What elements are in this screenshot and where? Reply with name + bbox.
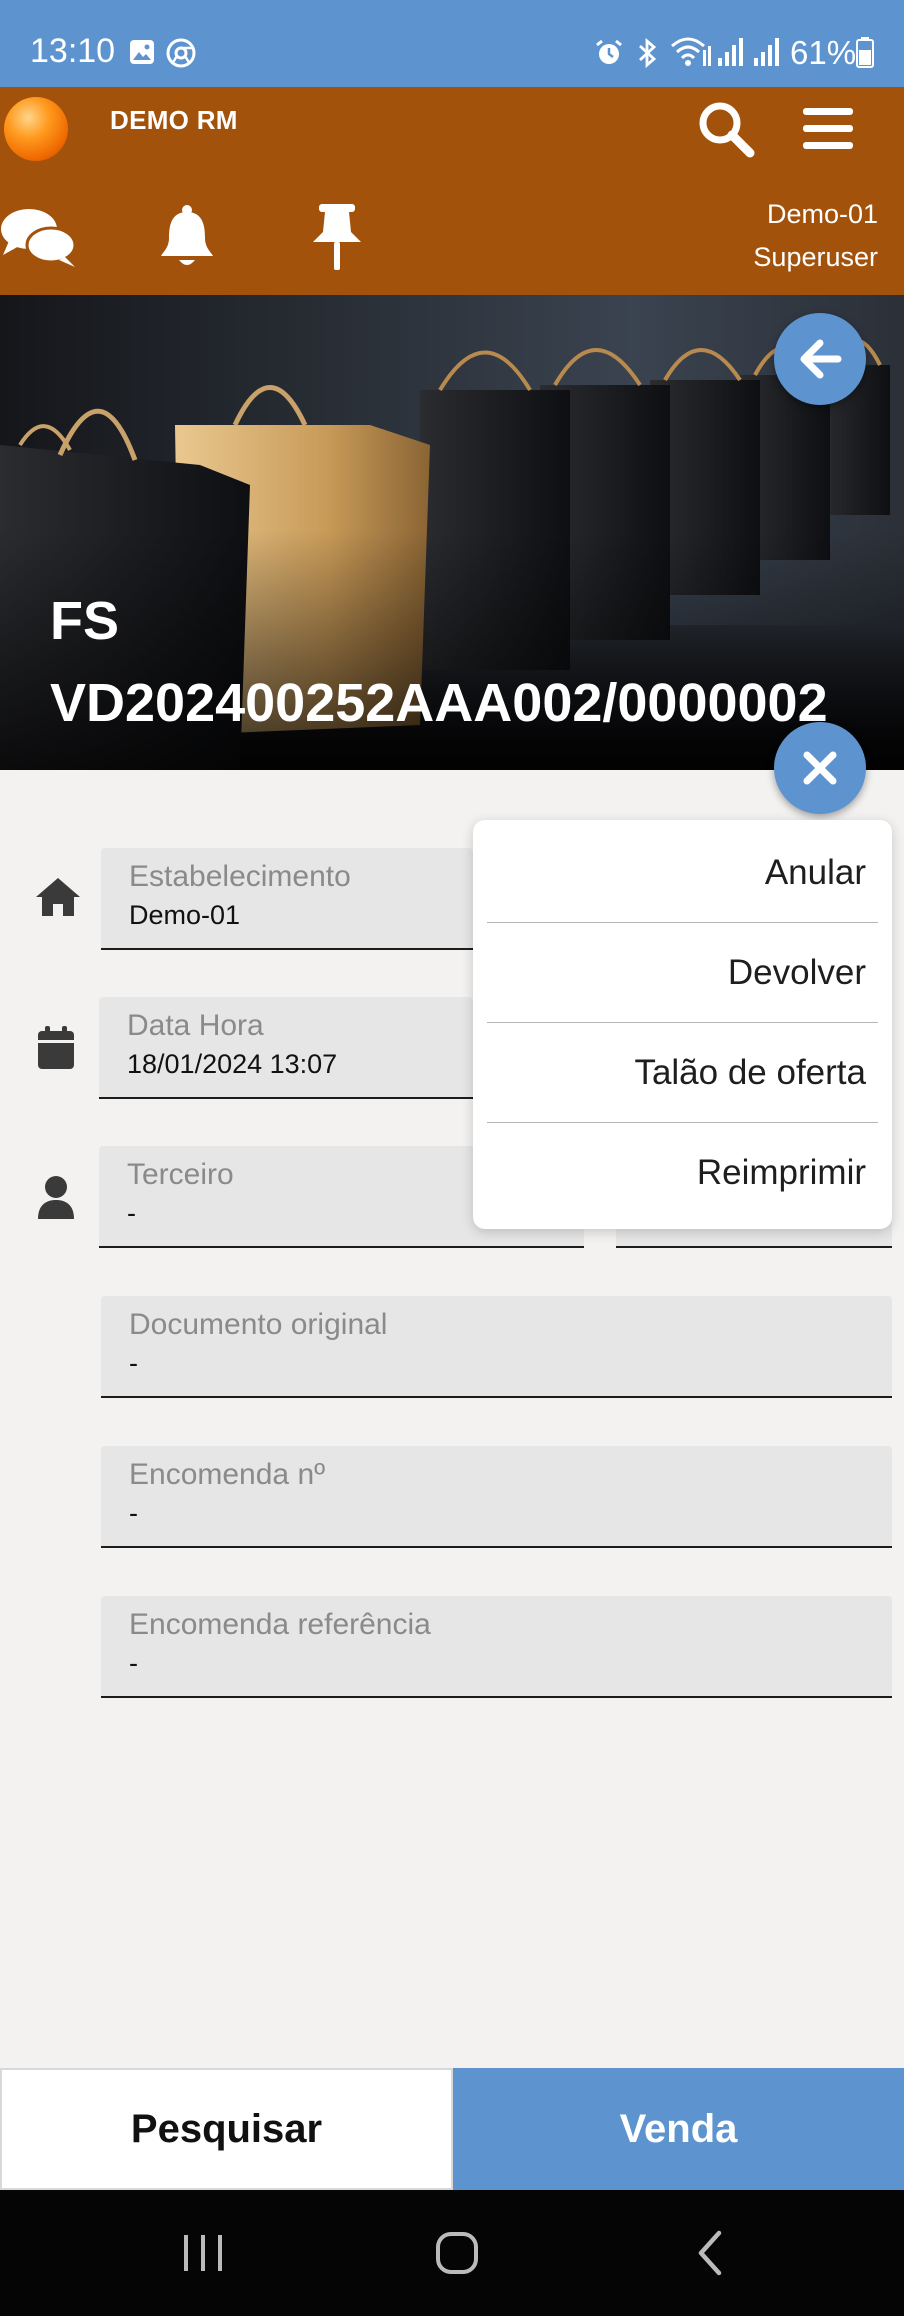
document-number: VD202400252AAA002/0000002 xyxy=(50,673,828,733)
estabelecimento-label: Estabelecimento xyxy=(129,860,351,893)
documento-original-field[interactable]: Documento original - xyxy=(101,1296,892,1398)
hero-banner: FS VD202400252AAA002/0000002 xyxy=(0,295,904,770)
terceiro-label: Terceiro xyxy=(127,1158,234,1191)
calendar-icon xyxy=(26,1018,86,1078)
encomenda-n-value: - xyxy=(129,1498,138,1528)
encomenda-referencia-label: Encomenda referência xyxy=(129,1608,431,1641)
menu-button[interactable] xyxy=(792,93,864,165)
battery-level: 61% xyxy=(790,34,857,71)
wifi-icon xyxy=(671,37,711,66)
documento-original-label: Documento original xyxy=(129,1308,388,1341)
app-logo[interactable] xyxy=(4,97,68,161)
encomenda-n-label: Encomenda nº xyxy=(129,1458,326,1491)
chrome-icon xyxy=(166,38,196,68)
battery-icon xyxy=(856,37,874,68)
home-nav-icon xyxy=(436,2232,478,2274)
encomenda-referencia-value: - xyxy=(129,1648,138,1678)
estabelecimento-field[interactable]: Estabelecimento Demo-01 xyxy=(101,848,473,950)
user-icon xyxy=(26,1168,86,1228)
pin-icon xyxy=(313,204,361,270)
menu-item-anular[interactable]: Anular xyxy=(487,823,878,923)
user-info[interactable]: Demo-01 Superuser xyxy=(753,193,878,279)
venda-button[interactable]: Venda xyxy=(453,2068,904,2190)
pin-button[interactable] xyxy=(302,199,372,275)
bell-icon xyxy=(161,205,213,265)
home-icon xyxy=(28,867,88,927)
document-type: FS xyxy=(50,591,120,651)
bluetooth-icon xyxy=(639,38,657,68)
user-establishment: Demo-01 xyxy=(766,199,878,229)
search-icon xyxy=(699,102,755,158)
signal-icon xyxy=(754,38,779,66)
arrow-left-icon xyxy=(800,339,842,379)
menu-item-reimprimir[interactable]: Reimprimir xyxy=(487,1123,878,1223)
user-role: Superuser xyxy=(753,242,878,272)
home-nav-button[interactable] xyxy=(397,2190,517,2316)
encomenda-referencia-field[interactable]: Encomenda referência - xyxy=(101,1596,892,1698)
signal-icon xyxy=(718,38,743,66)
status-bar: 13:10 61% xyxy=(0,0,904,87)
close-menu-button[interactable] xyxy=(774,722,866,814)
recent-apps-button[interactable] xyxy=(143,2190,263,2316)
search-button[interactable] xyxy=(690,93,762,165)
gallery-icon xyxy=(130,40,154,64)
system-nav-bar xyxy=(0,2190,904,2316)
back-button[interactable] xyxy=(774,313,866,405)
bottom-action-bar: Pesquisar Venda xyxy=(0,2068,904,2190)
actions-menu: Anular Devolver Talão de oferta Reimprim… xyxy=(473,820,892,1229)
alarm-icon xyxy=(596,39,622,64)
pesquisar-button[interactable]: Pesquisar xyxy=(0,2068,453,2190)
menu-item-talao-de-oferta[interactable]: Talão de oferta xyxy=(487,1023,878,1123)
documento-original-value: - xyxy=(129,1348,138,1378)
notifications-button[interactable] xyxy=(152,199,222,275)
data-hora-field[interactable]: Data Hora 18/01/2024 13:07 xyxy=(99,997,473,1099)
data-hora-label: Data Hora xyxy=(127,1009,264,1042)
app-header: DEMO RM Demo-01 Superuser xyxy=(0,87,904,295)
status-time: 13:10 xyxy=(30,32,116,70)
encomenda-n-field[interactable]: Encomenda nº - xyxy=(101,1446,892,1548)
back-nav-button[interactable] xyxy=(650,2190,770,2316)
hamburger-icon xyxy=(803,108,853,149)
estabelecimento-value: Demo-01 xyxy=(129,900,241,930)
terceiro-value: - xyxy=(127,1198,136,1228)
back-nav-icon xyxy=(698,2230,722,2276)
data-hora-value: 18/01/2024 13:07 xyxy=(127,1049,338,1079)
chat-bubbles-icon xyxy=(1,209,77,267)
recent-apps-icon xyxy=(184,2235,222,2271)
messages-button[interactable] xyxy=(0,199,80,275)
close-icon xyxy=(803,751,837,785)
document-title: FS VD202400252AAA002/0000002 xyxy=(50,580,828,744)
app-title: DEMO RM xyxy=(110,105,238,135)
menu-item-devolver[interactable]: Devolver xyxy=(487,923,878,1023)
